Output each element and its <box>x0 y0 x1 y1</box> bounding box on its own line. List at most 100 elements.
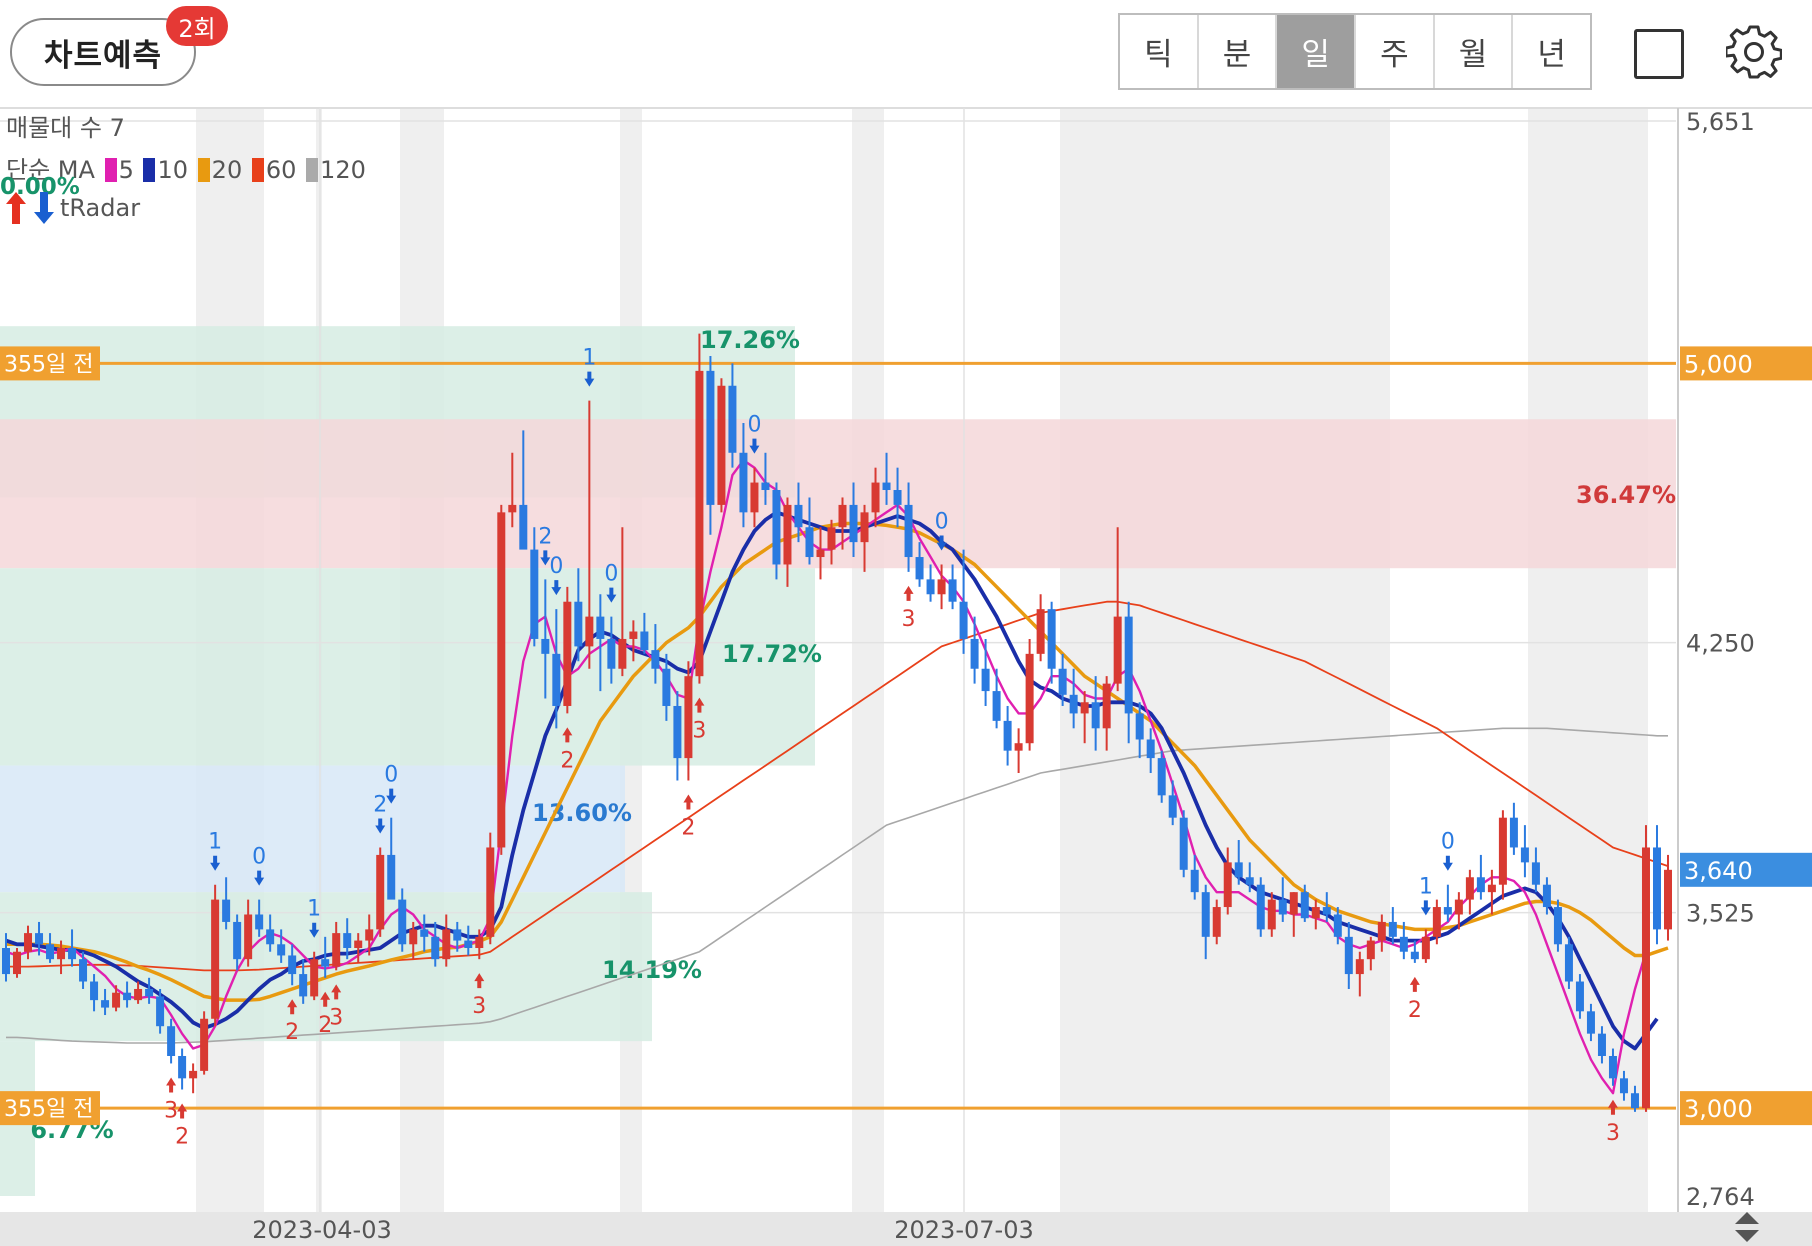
candle-body <box>431 936 440 960</box>
candle-body <box>618 638 627 669</box>
signal-count-label: 0 <box>252 845 266 870</box>
candle-body <box>1003 720 1012 751</box>
signal-count-label: 3 <box>164 1098 178 1123</box>
signal-count-label: 3 <box>902 607 916 632</box>
candle-body <box>134 988 143 1001</box>
candle-body <box>970 638 979 669</box>
candle-body <box>871 482 880 513</box>
candle-body <box>1630 1093 1639 1109</box>
candle-body <box>596 616 605 639</box>
ma60-swatch <box>251 158 264 182</box>
candle-body <box>13 951 22 975</box>
signal-count-label: 1 <box>307 897 321 922</box>
ma5-label: 5 <box>118 156 134 184</box>
candle-body <box>277 944 286 956</box>
candle-body <box>420 929 429 937</box>
candle-body <box>1465 877 1474 900</box>
candle-body <box>101 1000 110 1008</box>
candle-body <box>453 929 462 941</box>
candle-body <box>1256 884 1265 930</box>
candle-body <box>244 914 253 960</box>
candle-body <box>1036 609 1045 654</box>
signal-count-label: 3 <box>329 1005 343 1030</box>
signal-count-label: 3 <box>472 994 486 1019</box>
candle-body <box>728 385 737 453</box>
candle-body <box>1091 702 1100 729</box>
signal-count-label: 0 <box>935 509 949 534</box>
candle-body <box>1388 921 1397 937</box>
candle-body <box>1564 944 1573 982</box>
candle-body <box>1410 951 1419 960</box>
ma120-label: 120 <box>320 156 366 184</box>
candle-body <box>717 385 726 505</box>
buy-arrow-icon <box>683 794 694 810</box>
candle-body <box>585 616 594 647</box>
candle-body <box>1069 694 1078 714</box>
signal-count-label: 0 <box>1441 830 1455 855</box>
candle-body <box>1113 616 1122 684</box>
candle-body <box>1146 739 1155 759</box>
candle-body <box>1102 683 1111 729</box>
candle-body <box>1080 702 1089 714</box>
signal-count-label: 0 <box>747 413 761 438</box>
axis-scroll-handle-icon[interactable] <box>1730 1210 1764 1244</box>
candle-body <box>1278 899 1287 915</box>
candle-body <box>530 549 539 639</box>
candle-body <box>57 948 66 960</box>
candle-body <box>761 482 770 491</box>
radar-arrows-icon <box>6 192 54 224</box>
candle-body <box>1245 877 1254 885</box>
signal-count-label: 2 <box>285 1020 299 1045</box>
candle-body <box>2 948 10 975</box>
candle-body <box>1608 1055 1617 1079</box>
tradar-legend[interactable]: tRadar <box>4 188 140 226</box>
candle-body <box>673 705 682 759</box>
candle-body <box>46 944 55 960</box>
ma20-label: 20 <box>211 156 243 184</box>
axis-price-tag-label: 5,000 <box>1684 350 1753 378</box>
candle-body <box>739 452 748 513</box>
candle-body <box>695 370 704 677</box>
x-tick-label: 2023-04-03 <box>252 1216 391 1244</box>
ma120-swatch <box>306 158 319 182</box>
candle-body <box>475 936 484 949</box>
candle-body <box>1014 743 1023 751</box>
candle-body <box>860 512 869 543</box>
candle-body <box>1366 940 1375 960</box>
candle-body <box>959 601 968 639</box>
candle-body <box>1520 847 1529 863</box>
candle-body <box>1652 847 1661 930</box>
candle-body <box>1168 795 1177 818</box>
candle-body <box>948 579 957 602</box>
candle-body <box>706 370 715 505</box>
candle-body <box>332 933 341 967</box>
sell-arrow-icon <box>1442 855 1453 871</box>
candle-body <box>882 482 891 491</box>
candle-body <box>1025 653 1034 744</box>
candle-body <box>552 653 561 706</box>
candlestick-chart[interactable]: 17.26%36.47%17.72%13.60%14.19%6.77% 355일… <box>0 0 1812 1246</box>
candle-body <box>662 668 671 706</box>
candle-body <box>1487 884 1496 893</box>
y-tick-label: 4,250 <box>1686 630 1755 658</box>
candle-body <box>1476 877 1485 893</box>
candle-body <box>937 579 946 595</box>
candle-body <box>651 650 660 669</box>
candle-body <box>1157 758 1166 796</box>
signal-count-label: 0 <box>549 554 563 579</box>
candle-body <box>607 638 616 669</box>
candle-body <box>35 933 44 945</box>
candle-body <box>1509 817 1518 848</box>
candle-body <box>1190 869 1199 893</box>
volume-zone-pct: 13.60% <box>532 799 632 827</box>
candle-body <box>211 899 220 1019</box>
candle-body <box>156 996 165 1027</box>
signal-count-label: 2 <box>560 748 574 773</box>
candle-body <box>354 940 363 949</box>
y-tick-label: 5,651 <box>1686 108 1755 136</box>
candle-body <box>1289 892 1298 915</box>
candle-body <box>893 490 902 505</box>
candle-body <box>1267 899 1276 930</box>
candle-body <box>1201 892 1210 937</box>
candle-body <box>1542 884 1551 908</box>
